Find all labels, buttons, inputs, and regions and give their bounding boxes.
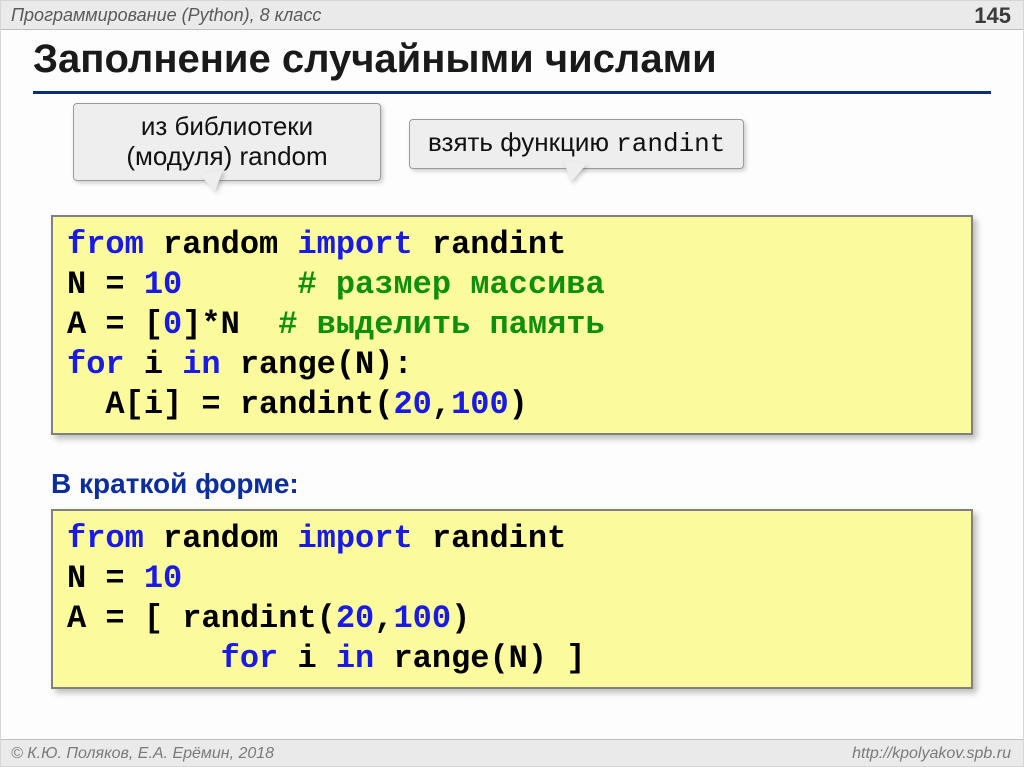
slide-title: Заполнение случайными числами	[33, 37, 717, 82]
short-form-heading: В краткой форме:	[51, 468, 299, 500]
callout-library-line2: (модуля) random	[126, 141, 327, 171]
callout-library-line1: из библиотеки	[141, 111, 313, 141]
footer-bar: © К.Ю. Поляков, Е.А. Ерёмин, 2018 http:/…	[1, 739, 1023, 766]
callout-function-code: randint	[616, 129, 725, 159]
code-block-2: from random import randint N = 10 A = [ …	[51, 509, 973, 689]
footer-url: http://kpolyakov.spb.ru	[852, 745, 1011, 763]
page-number: 145	[974, 3, 1011, 29]
callout-tail-icon	[199, 170, 226, 194]
top-bar: Программирование (Python), 8 класс 145	[1, 1, 1023, 30]
callout-tail-icon	[559, 160, 586, 184]
callout-library: из библиотеки (модуля) random	[73, 103, 381, 181]
title-underline	[33, 91, 991, 94]
course-title: Программирование (Python), 8 класс	[11, 5, 321, 26]
code-block-1: from random import randint N = 10 # разм…	[51, 215, 973, 435]
callout-function-text: взять функцию	[428, 127, 616, 157]
slide: Программирование (Python), 8 класс 145 З…	[0, 0, 1024, 767]
footer-authors: © К.Ю. Поляков, Е.А. Ерёмин, 2018	[11, 745, 274, 763]
callout-function: взять функцию randint	[409, 119, 744, 169]
